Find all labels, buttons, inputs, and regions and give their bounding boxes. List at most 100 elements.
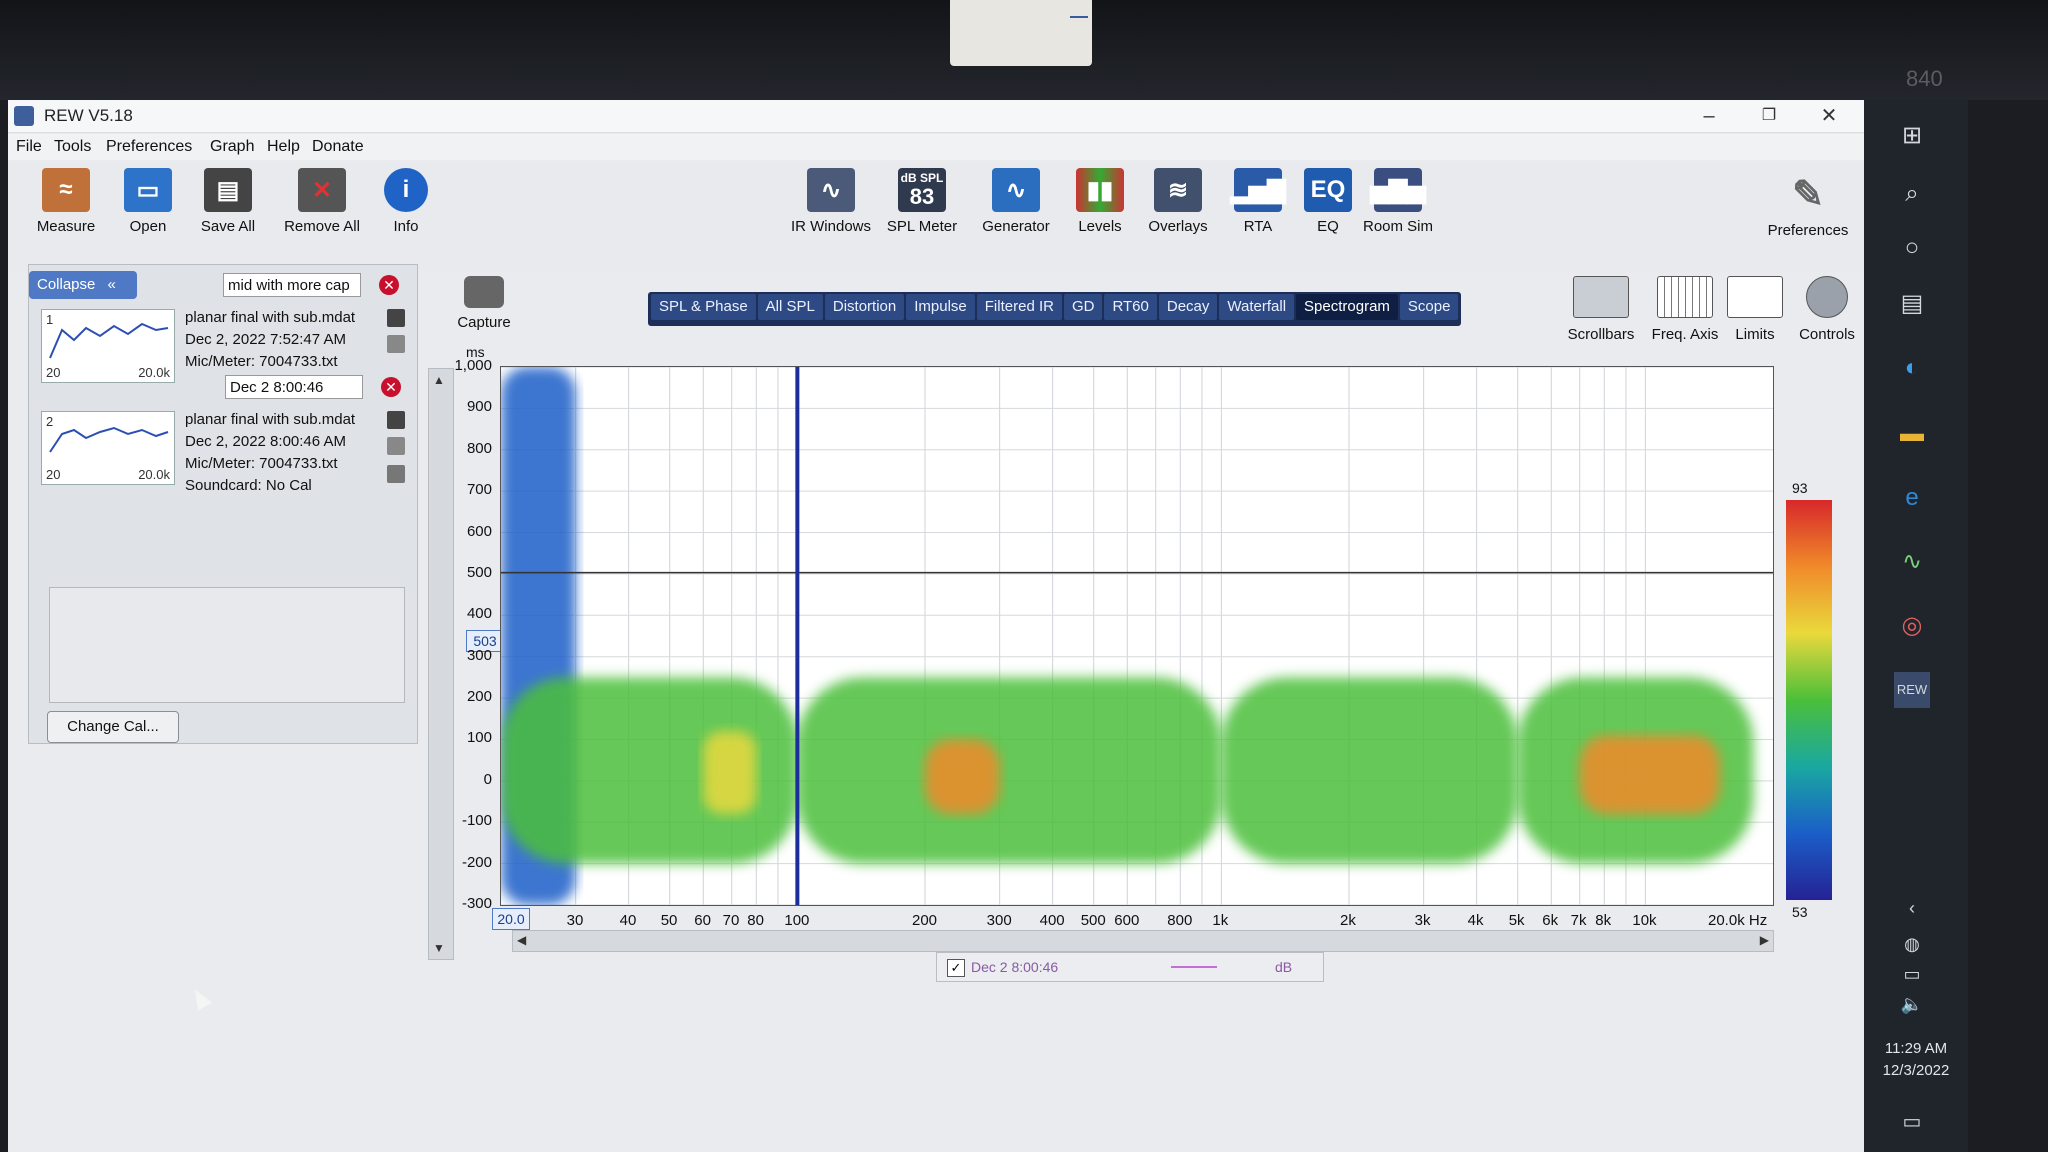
capture-button[interactable]: Capture — [444, 276, 524, 331]
notes-measurement-2-icon[interactable] — [387, 465, 405, 483]
volume-icon[interactable]: 🔈 — [1894, 986, 1930, 1022]
menu-preferences[interactable]: Preferences — [106, 138, 192, 156]
file-explorer-icon[interactable]: ▬ — [1894, 416, 1930, 452]
remove-all-button[interactable]: ✕ Remove All — [276, 168, 368, 235]
remove-measurement-2-icon[interactable]: ✕ — [381, 377, 401, 397]
tab-waterfall[interactable]: Waterfall — [1219, 294, 1295, 320]
scroll-up-icon[interactable]: ▲ — [433, 373, 445, 387]
edge-icon[interactable]: ◐ — [1894, 350, 1930, 386]
tab-spectrogram[interactable]: Spectrogram — [1296, 294, 1398, 320]
generator-label: Generator — [982, 218, 1050, 235]
notifications-icon[interactable]: ▭ — [1894, 1104, 1930, 1140]
tab-impulse[interactable]: Impulse — [906, 294, 975, 320]
menu-help[interactable]: Help — [267, 138, 300, 156]
measurement-date-1: Dec 2, 2022 7:52:47 AM — [185, 331, 346, 348]
y-tick-label: 200 — [466, 688, 492, 706]
main-toolbar: ≈ Measure ▭ Open ▤ Save All ✕ Remove All… — [8, 162, 1864, 272]
x-axis-start[interactable]: 20.0 — [492, 908, 530, 930]
internet-explorer-icon[interactable]: e — [1894, 480, 1930, 516]
menu-donate[interactable]: Donate — [312, 138, 364, 156]
menu-graph[interactable]: Graph — [210, 138, 254, 156]
scrollbars-label: Scrollbars — [1567, 326, 1635, 343]
colorbar-max: 93 — [1792, 480, 1808, 496]
gear-icon — [1806, 276, 1848, 318]
x-tick-label: 6k — [1542, 912, 1559, 929]
controls-button[interactable]: Controls — [1786, 276, 1868, 343]
open-button[interactable]: ▭ Open — [102, 168, 194, 235]
save-all-label: Save All — [200, 218, 256, 235]
tab-distortion[interactable]: Distortion — [824, 294, 905, 320]
measurement-settings-2-icon[interactable] — [387, 411, 405, 429]
tab-filtered-ir[interactable]: Filtered IR — [976, 294, 1062, 320]
legend-swatch — [1171, 966, 1217, 968]
scrollbars-button[interactable]: Scrollbars — [1560, 276, 1642, 343]
edit-measurement-2-icon[interactable] — [387, 437, 405, 455]
measurement-index-2: 2 — [46, 414, 54, 429]
scroll-down-icon[interactable]: ▼ — [433, 941, 445, 955]
ir-windows-label: IR Windows — [790, 218, 872, 235]
measurement-name-field-1[interactable]: mid with more cap — [223, 273, 361, 297]
taskbar-time[interactable]: 11:29 AM — [1864, 1040, 1968, 1057]
tab-decay[interactable]: Decay — [1158, 294, 1218, 320]
room-sim-icon: ▅▇▅ — [1370, 168, 1426, 212]
measurement-item-2[interactable]: 2 20 20.0k planar final with sub.mdat De… — [35, 407, 413, 494]
spectrogram-svg[interactable] — [501, 367, 1773, 905]
horizontal-scrollbar[interactable]: ◀ ▶ — [512, 930, 1774, 952]
task-view-icon[interactable]: ▤ — [1894, 286, 1930, 322]
windows-start-icon[interactable]: ⊞ — [1894, 118, 1930, 154]
edit-measurement-1-icon[interactable] — [387, 335, 405, 353]
notes-area[interactable] — [49, 587, 405, 703]
overlays-button[interactable]: ≋ Overlays — [1132, 168, 1224, 235]
activity-monitor-icon[interactable]: ∿ — [1894, 544, 1930, 580]
media-app-icon[interactable]: ◎ — [1894, 608, 1930, 644]
restore-icon[interactable]: ❐ — [1744, 102, 1794, 130]
y-tick-label: 500 — [466, 563, 492, 581]
cortana-icon[interactable]: ○ — [1894, 230, 1930, 266]
ir-windows-icon: ∿ — [807, 168, 855, 212]
tab-rt60[interactable]: RT60 — [1104, 294, 1157, 320]
measurement-name-field-2[interactable]: Dec 2 8:00:46 — [225, 375, 363, 399]
menu-file[interactable]: File — [16, 138, 42, 156]
measure-button[interactable]: ≈ Measure — [20, 168, 112, 235]
x-tick-label: 2k — [1340, 912, 1356, 929]
tab-spl-phase[interactable]: SPL & Phase — [651, 294, 756, 320]
taskbar-date[interactable]: 12/3/2022 — [1864, 1062, 1968, 1079]
rew-taskbar-icon[interactable]: REW — [1894, 672, 1930, 708]
scroll-left-icon[interactable]: ◀ — [517, 933, 526, 947]
close-icon[interactable]: ✕ — [1804, 102, 1854, 130]
measurements-panel: Collapse « mid with more cap ✕ 1 20 20.0… — [28, 264, 418, 744]
change-cal-button[interactable]: Change Cal... — [47, 711, 179, 743]
show-hidden-icons-chevron-icon[interactable]: ‹ — [1894, 890, 1930, 926]
collapse-label: Collapse — [37, 276, 96, 293]
vertical-scrollbar[interactable]: ▲ ▼ — [428, 368, 454, 960]
y-tick-label: 900 — [466, 398, 492, 416]
generator-button[interactable]: ∿ Generator — [970, 168, 1062, 235]
tab-scope[interactable]: Scope — [1399, 294, 1459, 320]
impulse-spike — [795, 367, 800, 905]
measurement-settings-1-icon[interactable] — [387, 309, 405, 327]
tab-all-spl[interactable]: All SPL — [757, 294, 823, 320]
collapse-button[interactable]: Collapse « — [29, 271, 137, 299]
tab-gd[interactable]: GD — [1063, 294, 1103, 320]
measurement-mic-2: Mic/Meter: 7004733.txt — [185, 455, 338, 472]
mouse-cursor — [188, 985, 212, 1011]
spectrogram-band — [703, 731, 757, 814]
room-sim-button[interactable]: ▅▇▅ Room Sim — [1352, 168, 1444, 235]
legend-checkbox[interactable]: ✓ — [947, 959, 965, 977]
preferences-button[interactable]: ✎ Preferences — [1762, 172, 1854, 240]
scroll-right-icon[interactable]: ▶ — [1760, 933, 1769, 947]
minimize-icon[interactable]: – — [1684, 102, 1734, 130]
info-button[interactable]: i Info — [360, 168, 452, 235]
save-all-button[interactable]: ▤ Save All — [182, 168, 274, 235]
menu-tools[interactable]: Tools — [54, 138, 91, 156]
spl-meter-button[interactable]: dB SPL 83 SPL Meter — [876, 168, 968, 235]
search-icon[interactable]: ⌕ — [1894, 176, 1930, 212]
limits-button[interactable]: Limits — [1714, 276, 1796, 343]
remove-measurement-1-icon[interactable]: ✕ — [379, 275, 399, 295]
ir-windows-button[interactable]: ∿ IR Windows — [785, 168, 877, 235]
spectrogram-plot[interactable] — [500, 366, 1774, 906]
sticker-mark — [1070, 16, 1088, 18]
x-tick-label: 60 — [694, 912, 711, 929]
y-tick-label: -200 — [461, 853, 492, 871]
sticker — [950, 0, 1092, 66]
